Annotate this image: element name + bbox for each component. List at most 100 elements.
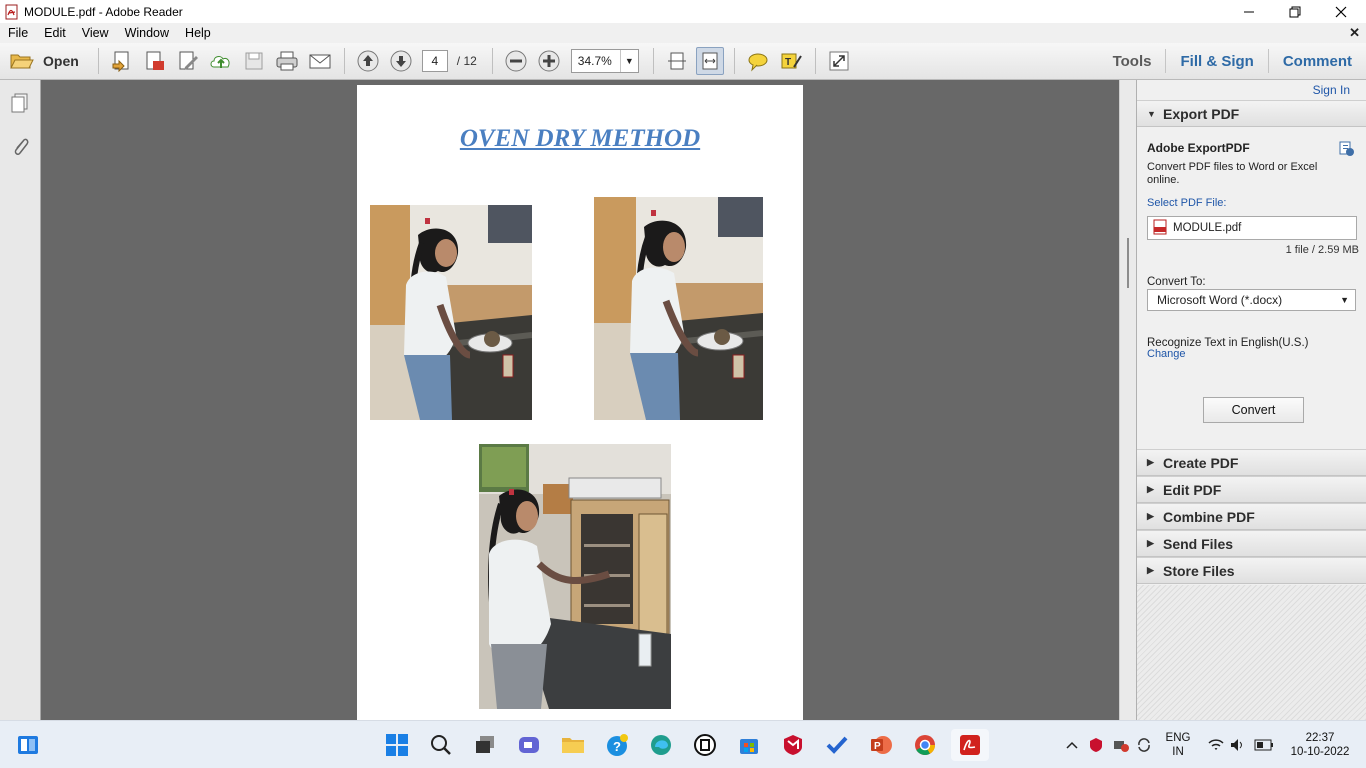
zoom-in-icon[interactable] (535, 47, 563, 75)
widgets-icon[interactable] (12, 729, 44, 761)
export-info-icon[interactable] (1339, 141, 1355, 160)
fill-sign-pane-link[interactable]: Fill & Sign (1166, 53, 1267, 70)
store-files-section-header[interactable]: ▶ Store Files (1137, 557, 1366, 584)
selected-file-box[interactable]: MODULE.pdf (1147, 216, 1357, 240)
close-document-icon[interactable]: ✕ (1349, 25, 1360, 41)
print-icon[interactable] (273, 47, 301, 75)
mcafee-icon[interactable] (777, 729, 809, 761)
volume-icon[interactable] (1227, 729, 1249, 761)
network-disconnected-icon[interactable] (1110, 729, 1132, 761)
menu-help[interactable]: Help (177, 26, 219, 40)
wifi-icon[interactable] (1205, 729, 1227, 761)
todo-icon[interactable] (821, 729, 853, 761)
edit-pdf-label: Edit PDF (1163, 481, 1222, 498)
window-title: MODULE.pdf - Adobe Reader (24, 4, 183, 19)
menu-window[interactable]: Window (117, 26, 177, 40)
adobe-reader-taskbar-icon[interactable] (951, 729, 989, 761)
email-icon[interactable] (306, 47, 334, 75)
combine-pdf-section-header[interactable]: ▶ Combine PDF (1137, 503, 1366, 530)
app-icon[interactable] (689, 729, 721, 761)
chevron-up-icon[interactable] (1061, 729, 1083, 761)
expand-icon[interactable] (825, 47, 853, 75)
zoom-select[interactable]: 34.7% ▼ (570, 49, 639, 73)
microsoft-store-icon[interactable] (733, 729, 765, 761)
lab-photo-weighing-1 (370, 205, 532, 420)
pdf-page: OVEN DRY METHOD (357, 85, 803, 720)
vertical-scrollbar[interactable] (1119, 80, 1136, 720)
sync-icon[interactable] (1133, 729, 1155, 761)
panel-empty-area (1137, 585, 1366, 720)
page-number-input[interactable]: 4 (421, 50, 448, 72)
send-files-label: Send Files (1163, 535, 1234, 552)
highlight-text-icon[interactable]: T (777, 47, 805, 75)
export-heading: Adobe ExportPDF (1147, 141, 1250, 155)
edit-pdf-section-header[interactable]: ▶ Edit PDF (1137, 476, 1366, 503)
menu-view[interactable]: View (74, 26, 117, 40)
selected-file-name: MODULE.pdf (1173, 222, 1242, 234)
triangle-right-icon: ▶ (1147, 565, 1154, 575)
search-icon[interactable] (425, 729, 457, 761)
lab-photo-weighing-2 (594, 197, 763, 420)
toolbar-separator (343, 48, 345, 74)
export-pdf-section-header[interactable]: ▼ Export PDF (1137, 100, 1366, 127)
edge-browser-icon[interactable] (645, 729, 677, 761)
navigation-pane (0, 80, 41, 720)
convert-button[interactable]: Convert (1203, 397, 1304, 423)
teams-chat-icon[interactable] (513, 729, 545, 761)
sign-in-link[interactable]: Sign In (1313, 83, 1350, 97)
restore-button[interactable] (1272, 0, 1318, 23)
file-explorer-icon[interactable] (557, 729, 589, 761)
get-help-icon[interactable]: ? (601, 729, 633, 761)
document-viewer[interactable]: OVEN DRY METHOD (41, 80, 1119, 720)
chevron-down-icon[interactable]: ▼ (619, 50, 638, 72)
convert-to-value: Microsoft Word (*.docx) (1157, 293, 1283, 307)
next-page-icon[interactable] (387, 47, 415, 75)
change-language-link[interactable]: Change (1147, 348, 1186, 360)
export-pdf-body: Adobe ExportPDF Convert PDF files to Wor… (1137, 128, 1366, 448)
edit-pdf-icon[interactable] (174, 47, 202, 75)
store-files-label: Store Files (1163, 562, 1235, 579)
export-pdf-icon[interactable] (141, 47, 169, 75)
create-pdf-icon[interactable] (108, 47, 136, 75)
upload-cloud-icon[interactable] (207, 47, 235, 75)
sticky-note-icon[interactable] (744, 47, 772, 75)
language-indicator[interactable]: ENG IN (1160, 731, 1196, 759)
select-pdf-label: Select PDF File: (1147, 197, 1227, 209)
chrome-icon[interactable] (909, 729, 941, 761)
previous-page-icon[interactable] (354, 47, 382, 75)
start-icon[interactable] (381, 729, 413, 761)
tools-panel: Sign In ▼ Export PDF Adobe ExportPDF Con… (1136, 80, 1366, 720)
menu-edit[interactable]: Edit (36, 26, 74, 40)
open-button[interactable]: Open (10, 51, 79, 71)
toolbar-separator (814, 48, 816, 74)
attachments-icon[interactable] (9, 134, 31, 161)
fit-width-icon[interactable] (696, 47, 725, 75)
toolbar-separator (491, 48, 493, 74)
clock-date: 10-10-2022 (1290, 746, 1350, 758)
lab-photo-oven (479, 444, 671, 709)
close-window-button[interactable] (1318, 0, 1364, 23)
create-pdf-section-header[interactable]: ▶ Create PDF (1137, 449, 1366, 476)
triangle-right-icon: ▶ (1147, 511, 1154, 521)
send-files-section-header[interactable]: ▶ Send Files (1137, 530, 1366, 557)
comment-pane-link[interactable]: Comment (1269, 53, 1366, 70)
zoom-out-icon[interactable] (502, 47, 530, 75)
convert-to-select[interactable]: Microsoft Word (*.docx) ▼ (1147, 289, 1356, 311)
triangle-right-icon: ▶ (1147, 457, 1154, 467)
triangle-down-icon: ▼ (1147, 108, 1156, 119)
scrollbar-thumb[interactable] (1127, 238, 1129, 288)
menu-file[interactable]: File (0, 26, 36, 40)
minimize-button[interactable] (1226, 0, 1272, 23)
page-thumbnails-icon[interactable] (9, 92, 31, 117)
powerpoint-icon[interactable]: P (865, 729, 897, 761)
task-view-icon[interactable] (469, 729, 501, 761)
windows-taskbar: ? P ENG IN 22:37 10-10-2022 (0, 720, 1366, 768)
clock[interactable]: 22:37 10-10-2022 (1282, 731, 1358, 759)
toolbar-separator (652, 48, 654, 74)
battery-icon[interactable] (1252, 729, 1276, 761)
save-icon[interactable] (240, 47, 268, 75)
page-total: / 12 (456, 54, 477, 68)
tools-pane-link[interactable]: Tools (1099, 53, 1166, 70)
mcafee-tray-icon[interactable] (1085, 729, 1107, 761)
fit-page-icon[interactable] (663, 47, 691, 75)
